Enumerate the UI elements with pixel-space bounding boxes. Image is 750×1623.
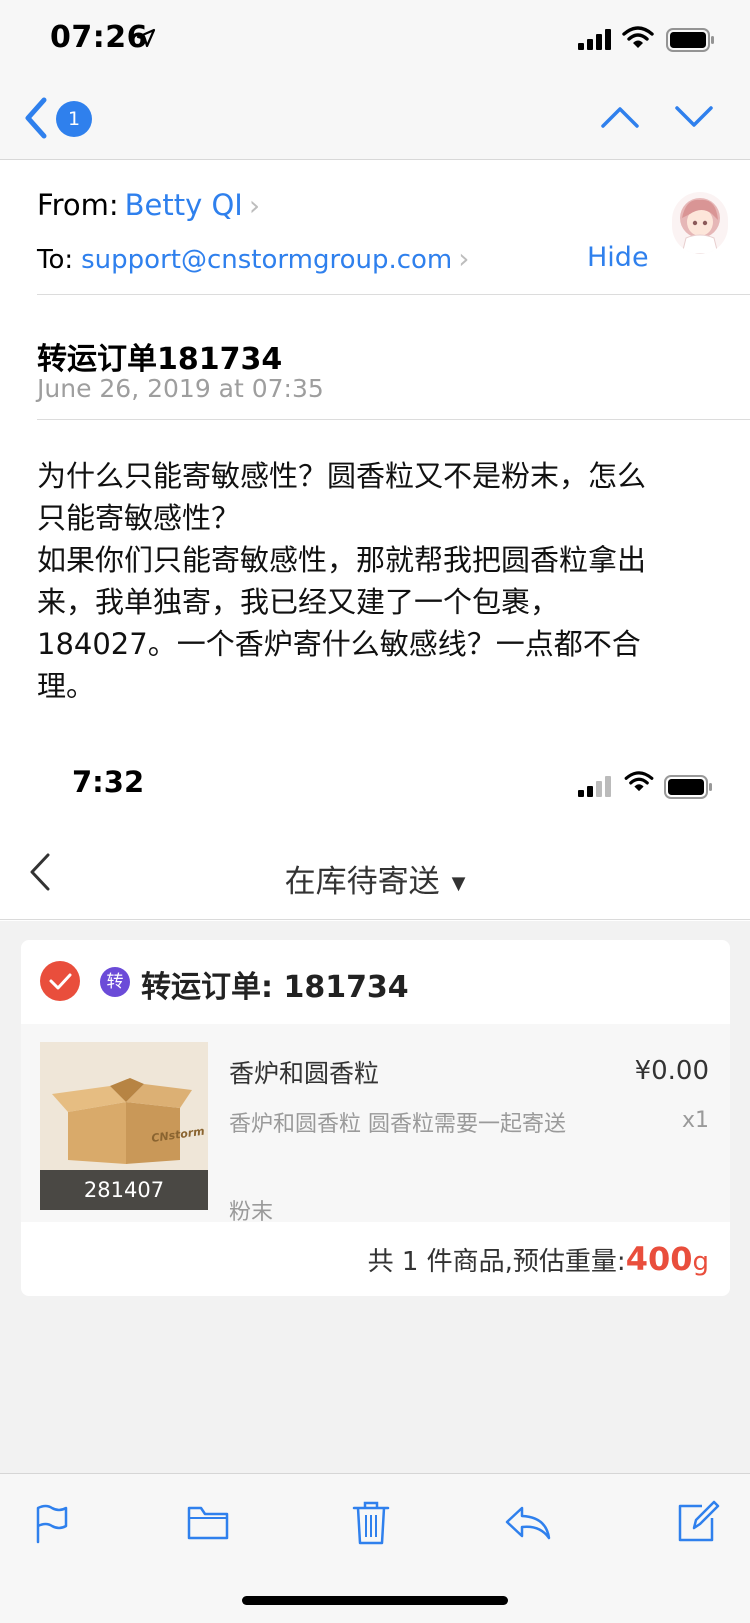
embedded-status-time: 7:32 — [72, 765, 145, 799]
order-title: 转运订单: 181734 — [141, 970, 409, 1005]
embedded-nav-title[interactable]: 在库待寄送 ▼ — [0, 856, 750, 901]
item-price: ¥0.00 — [634, 1056, 709, 1086]
from-label: From: — [37, 188, 119, 222]
body-line: 只能寄敏感性？ — [37, 501, 241, 535]
anime-avatar-icon — [672, 192, 728, 254]
to-label: To: — [37, 245, 74, 275]
mail-nav-bar: 1 — [0, 80, 750, 160]
sender-chevron-icon: › — [248, 189, 261, 222]
body-line: 为什么只能寄敏感性？圆香粒又不是粉末，怎么 — [37, 459, 647, 493]
order-card[interactable]: 转 转运订单: 181734 CNstorm 281407 香炉和圆香粒 ¥0.… — [21, 940, 730, 1296]
compose-icon[interactable] — [676, 1498, 720, 1544]
summary-text: 共 1 件商品,预估重量: — [367, 1247, 626, 1277]
body-line: 如果你们只能寄敏感性，那就帮我把圆香粒拿出 — [37, 543, 647, 577]
unread-count-badge[interactable]: 1 — [56, 101, 92, 137]
weight-value: 400 — [625, 1240, 693, 1278]
embedded-wifi-icon — [624, 771, 654, 792]
weight-unit: g — [692, 1247, 709, 1277]
subject-divider — [37, 419, 750, 420]
battery-icon — [666, 28, 714, 52]
email-subject: 转运订单181734 — [37, 342, 283, 377]
home-indicator[interactable] — [242, 1596, 508, 1605]
body-line: 来，我单独寄，我已经又建了一个包裹， — [37, 585, 560, 619]
item-description: 香炉和圆香粒 圆香粒需要一起寄送 — [229, 1112, 566, 1137]
folder-icon[interactable] — [187, 1504, 229, 1542]
package-thumbnail: CNstorm 281407 — [40, 1042, 208, 1210]
embedded-signal-icon — [578, 776, 611, 797]
transfer-type-badge: 转 — [100, 967, 130, 997]
sender-name[interactable]: Betty QI — [125, 188, 243, 222]
back-chevron-icon[interactable] — [22, 96, 50, 140]
flag-icon[interactable] — [34, 1504, 70, 1544]
cardboard-box-icon: CNstorm — [40, 1042, 208, 1170]
location-arrow-icon — [136, 28, 156, 48]
checkmark-icon — [49, 973, 72, 990]
dropdown-triangle-icon: ▼ — [451, 873, 466, 894]
item-quantity: x1 — [681, 1108, 709, 1133]
previous-message-icon[interactable] — [600, 102, 640, 132]
body-line: 184027。一个香炉寄什么敏感线？一点都不合 — [37, 627, 641, 661]
embedded-nav-bar: 在库待寄送 ▼ — [0, 820, 750, 920]
status-time: 07:26 — [50, 20, 148, 55]
embedded-title-text: 在库待寄送 — [284, 864, 440, 900]
header-divider — [37, 294, 750, 295]
to-row[interactable]: To: support@cnstormgroup.com › — [37, 242, 469, 275]
trash-icon[interactable] — [352, 1500, 390, 1546]
next-message-icon[interactable] — [674, 102, 714, 132]
recipient-chevron-icon: › — [458, 242, 470, 275]
recipient-address[interactable]: support@cnstormgroup.com — [81, 245, 452, 275]
package-id-label: 281407 — [40, 1170, 208, 1210]
order-item-row[interactable]: CNstorm 281407 香炉和圆香粒 ¥0.00 香炉和圆香粒 圆香粒需要… — [21, 1024, 730, 1225]
item-name: 香炉和圆香粒 — [229, 1059, 380, 1088]
embedded-battery-icon — [664, 775, 712, 799]
from-row[interactable]: From: Betty QI › — [37, 188, 260, 222]
embedded-status-bar: 7:32 — [0, 755, 750, 815]
reply-icon[interactable] — [504, 1504, 552, 1542]
order-summary: 共 1 件商品,预估重量:400g — [368, 1240, 709, 1278]
body-line: 理。 — [37, 669, 96, 703]
cellular-signal-icon — [578, 29, 611, 50]
item-category-tag: 粉末 — [229, 1200, 274, 1225]
selected-check-icon[interactable] — [40, 961, 80, 1001]
hide-details-button[interactable]: Hide — [587, 242, 649, 273]
email-body: 为什么只能寄敏感性？圆香粒又不是粉末，怎么 只能寄敏感性？ 如果你们只能寄敏感性… — [37, 455, 727, 707]
status-bar: 07:26 — [0, 0, 750, 80]
email-date: June 26, 2019 at 07:35 — [37, 374, 324, 403]
wifi-icon — [622, 26, 654, 48]
sender-avatar[interactable] — [672, 192, 728, 254]
